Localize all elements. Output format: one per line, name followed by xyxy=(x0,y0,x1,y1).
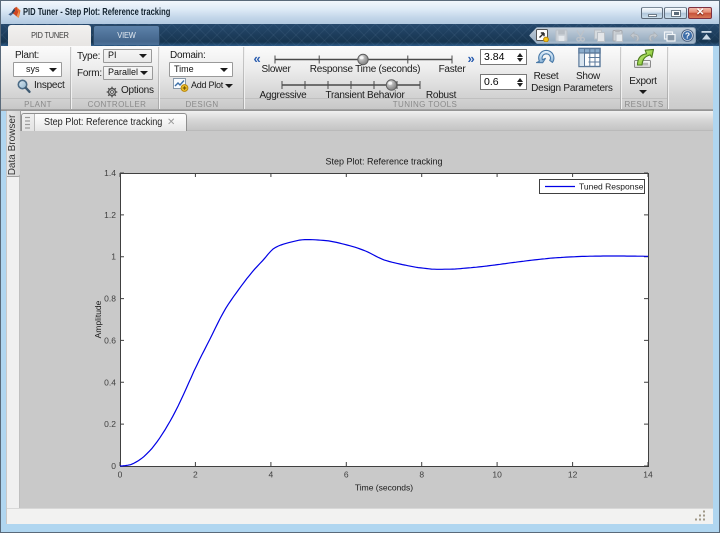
svg-text:0: 0 xyxy=(111,461,116,471)
svg-text:1: 1 xyxy=(111,252,116,262)
svg-text:1.4: 1.4 xyxy=(104,168,116,178)
svg-text:0: 0 xyxy=(118,470,123,480)
svg-text:0.4: 0.4 xyxy=(104,377,116,387)
svg-text:4: 4 xyxy=(269,470,274,480)
svg-text:14: 14 xyxy=(643,470,653,480)
svg-text:1.2: 1.2 xyxy=(104,210,116,220)
svg-text:Tuned Response: Tuned Response xyxy=(579,182,644,192)
svg-text:6: 6 xyxy=(344,470,349,480)
svg-text:0.2: 0.2 xyxy=(104,419,116,429)
svg-text:Amplitude: Amplitude xyxy=(93,300,103,338)
svg-text:0.8: 0.8 xyxy=(104,294,116,304)
svg-text:Step Plot: Reference tracking: Step Plot: Reference tracking xyxy=(325,157,442,167)
svg-text:2: 2 xyxy=(193,470,198,480)
svg-text:12: 12 xyxy=(568,470,578,480)
svg-text:Time (seconds): Time (seconds) xyxy=(355,483,413,493)
svg-text:8: 8 xyxy=(419,470,424,480)
svg-text:0.6: 0.6 xyxy=(104,335,116,345)
svg-text:10: 10 xyxy=(492,470,502,480)
